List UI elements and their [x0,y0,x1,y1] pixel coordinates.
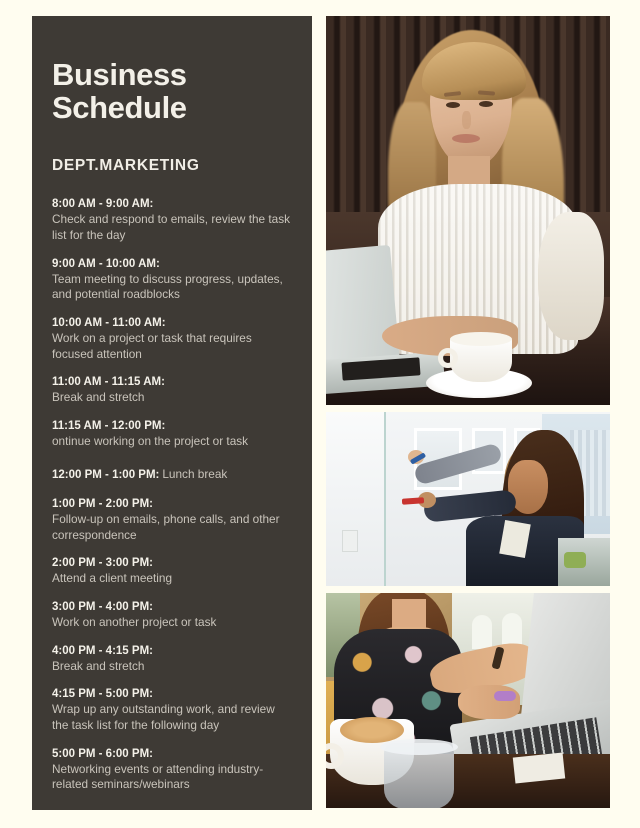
schedule-item-description: Attend a client meeting [52,571,173,586]
glass-tumbler-lid [380,739,458,755]
schedule-item: 8:00 AM - 9:00 AM: Check and respond to e… [52,197,292,243]
schedule-item: 5:00 PM - 6:00 PM: Networking events or a… [52,747,292,793]
photo-woman-laptop-cafe-dark [326,16,610,405]
nose [462,111,471,129]
schedule-item-description: ontinue working on the project or task [52,434,249,449]
schedule-item-description: Work on another project or task [52,614,217,629]
schedule-item-time: 4:15 PM - 5:00 PM: [52,688,153,701]
schedule-item-description: Follow-up on emails, phone calls, and ot… [52,511,280,542]
schedule-item: 9:00 AM - 10:00 AM: Team meeting to discu… [52,257,292,303]
schedule-item-description: Work on a project or task that requires … [52,331,252,361]
schedule-item: 4:15 PM - 5:00 PM: Wrap up any outstandin… [52,687,292,733]
desk-plant [564,552,586,568]
schedule-item-time: 3:00 PM - 4:00 PM: [52,600,153,613]
schedule-item: 4:00 PM - 4:15 PM: Break and stretch [52,644,292,675]
schedule-item: 3:00 PM - 4:00 PM: Work on another projec… [52,600,292,631]
schedule-item-description: Team meeting to discuss progress, update… [52,271,283,302]
schedule-item-time: 1:00 PM - 2:00 PM: [52,497,153,510]
purple-nails [494,691,516,701]
schedule-item: 11:00 AM - 11:15 AM: Break and stretch [52,375,292,406]
schedule-item-time: 9:00 AM - 10:00 AM: [52,257,160,270]
page-title-line-2: Schedule [52,90,187,126]
schedule-item: 11:15 AM - 12:00 PM: ontinue working on t… [52,419,292,450]
wall-outlet [342,530,358,552]
schedule-item: 10:00 AM - 11:00 AM: Work on a project or… [52,316,292,362]
schedule-item-time: 8:00 AM - 9:00 AM: [52,198,154,211]
department-label: DEPT.MARKETING [52,157,200,175]
schedule-item-description: Break and stretch [52,390,145,405]
lips [452,134,480,143]
schedule-item-description: Networking events or attending industry-… [52,761,264,792]
schedule-item-description: Check and respond to emails, review the … [52,212,291,243]
schedule-list: 8:00 AM - 9:00 AM: Check and respond to e… [52,197,292,793]
schedule-item: 12:00 PM - 1:00 PM: Lunch break [52,463,292,484]
cappuccino-crema [340,717,404,743]
schedule-item-description: Wrap up any outstanding work, and review… [52,702,275,733]
schedule-panel: Business Schedule DEPT.MARKETING 8:00 AM… [32,16,312,810]
coffee-cup-rim [450,332,512,346]
schedule-item-description: Break and stretch [52,658,145,673]
schedule-item: 1:00 PM - 2:00 PM: Follow-up on emails, p… [52,497,292,543]
window-arch-a [472,615,492,649]
schedule-item-description: Lunch break [162,466,228,481]
schedule-item-time: 12:00 PM - 1:00 PM: [52,468,160,481]
napkin [512,752,566,784]
page-title: Business Schedule [52,58,292,124]
photo-whiteboard-meeting [326,412,610,586]
page-title-line-1: Business [52,57,187,92]
schedule-item-time: 10:00 AM - 11:00 AM: [52,316,166,329]
blouse-sleeve-right [538,212,604,340]
photo-column [326,16,610,808]
glass-whiteboard [326,412,386,586]
photo-woman-laptop-coffee [326,593,610,808]
schedule-item-time: 5:00 PM - 6:00 PM: [52,747,153,760]
schedule-item-time: 11:00 AM - 11:15 AM: [52,376,165,389]
coffee-cup-handle [438,348,458,368]
schedule-item-time: 11:15 AM - 12:00 PM: [52,419,166,432]
schedule-item: 2:00 PM - 3:00 PM: Attend a client meetin… [52,556,292,587]
eye-right [479,101,493,107]
eye-left [446,102,460,108]
schedule-item-time: 4:00 PM - 4:15 PM: [52,644,153,657]
schedule-item-time: 2:00 PM - 3:00 PM: [52,557,153,570]
